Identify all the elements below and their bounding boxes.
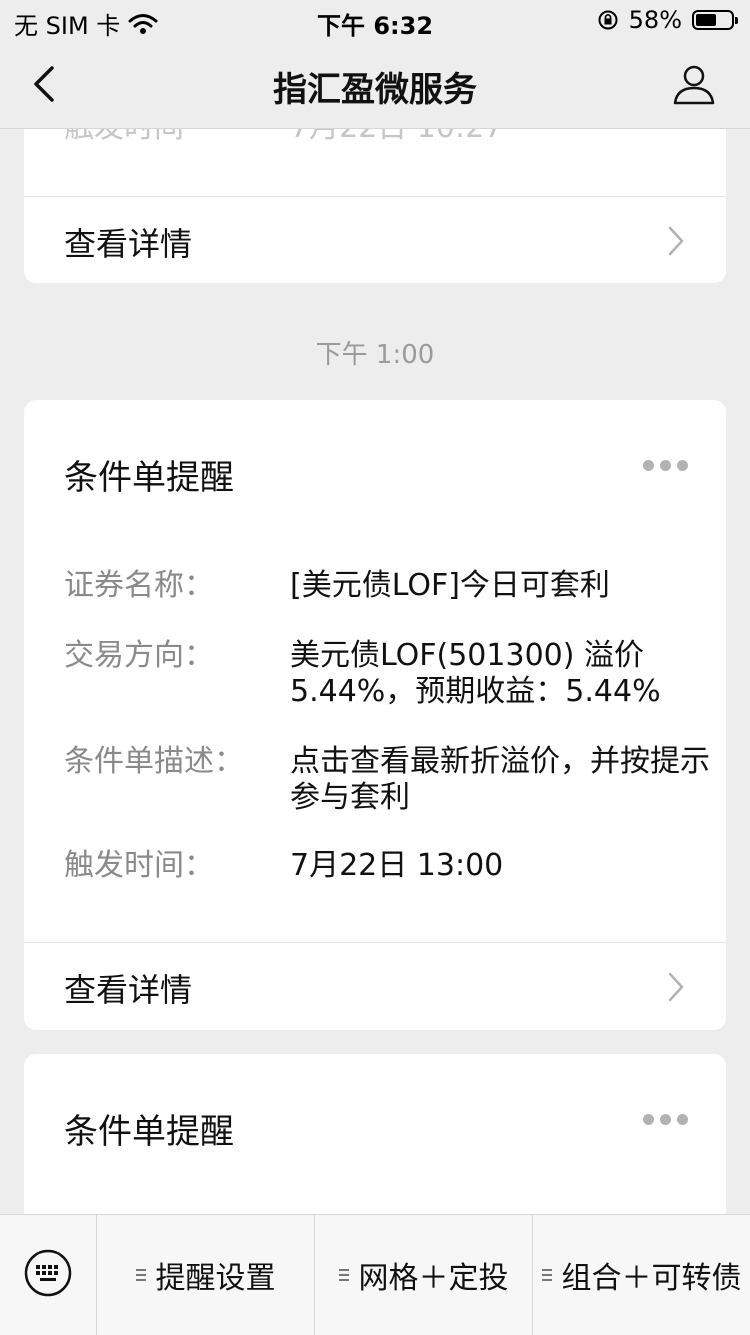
user-profile-icon[interactable] (672, 62, 716, 106)
dot (643, 1114, 654, 1125)
message-card: 条件单提醒 (24, 1054, 726, 1214)
dot (660, 1114, 671, 1125)
chevron-right-icon (668, 226, 684, 256)
keyboard-toggle-button[interactable] (0, 1215, 97, 1335)
message-card: 触发时间 7月22日 10:27 查看详情 (24, 128, 726, 283)
menu-item-portfolio-convertible[interactable]: 组合＋可转债 (533, 1215, 750, 1335)
menu-list-icon (338, 1269, 349, 1281)
more-options-icon[interactable] (643, 460, 688, 471)
dot (643, 460, 654, 471)
menu-item-label: 网格＋定投 (358, 1261, 509, 1296)
field-value: 7月22日 13:00 (290, 848, 504, 883)
field-label: 触发时间 (64, 128, 184, 146)
view-details-label: 查看详情 (64, 971, 193, 1009)
menu-item-reminder-settings[interactable]: 提醒设置 (97, 1215, 315, 1335)
service-menu-bar: 提醒设置 网格＋定投 组合＋可转债 (0, 1214, 750, 1335)
menu-item-grid-investment[interactable]: 网格＋定投 (315, 1215, 533, 1335)
view-details-button[interactable]: 查看详情 (24, 943, 726, 1029)
chevron-right-icon (668, 972, 684, 1002)
field-label: 证券名称： (64, 568, 214, 603)
nav-bar: 指汇盈微服务 (0, 40, 750, 129)
card-title: 条件单提醒 (64, 1112, 234, 1152)
more-options-icon[interactable] (643, 1114, 688, 1125)
card-title: 条件单提醒 (64, 458, 234, 498)
field-label: 触发时间： (64, 848, 214, 883)
orientation-lock-icon (598, 10, 618, 30)
menu-list-icon (541, 1269, 552, 1281)
field-value: 7月22日 10:27 (290, 128, 710, 146)
status-bar: 无 SIM 卡 下午 6:32 58% (0, 0, 750, 40)
field-value: 点击查看最新折溢价，并按提示参与套利 (290, 744, 710, 815)
page-title: 指汇盈微服务 (273, 70, 477, 110)
menu-item-label: 组合＋可转债 (561, 1261, 742, 1296)
menu-list-icon (135, 1269, 146, 1281)
dot (677, 1114, 688, 1125)
dot (677, 460, 688, 471)
field-label: 条件单描述： (64, 744, 244, 779)
field-value: 美元债LOF(501300) 溢价5.44%，预期收益：5.44% (290, 638, 661, 709)
message-card: 条件单提醒 证券名称： [美元债LOF]今日可套利 交易方向： 美元债LOF(5… (24, 400, 726, 1030)
battery-fill (696, 14, 716, 26)
battery-cap (735, 17, 738, 24)
menu-item-label: 提醒设置 (155, 1261, 276, 1296)
view-details-label: 查看详情 (64, 225, 193, 263)
status-right: 58% (597, 6, 738, 34)
battery-icon (692, 10, 738, 30)
field-value: [美元债LOF]今日可套利 (290, 568, 610, 603)
keyboard-icon (24, 1249, 72, 1297)
message-list[interactable]: 触发时间 7月22日 10:27 查看详情 下午 1:00 条件单提醒 证券名称… (0, 128, 750, 1214)
time-separator: 下午 1:00 (315, 340, 435, 370)
field-label: 交易方向： (64, 638, 214, 673)
battery-percent: 58% (628, 6, 682, 34)
view-details-button[interactable]: 查看详情 (24, 197, 726, 283)
dot (660, 460, 671, 471)
